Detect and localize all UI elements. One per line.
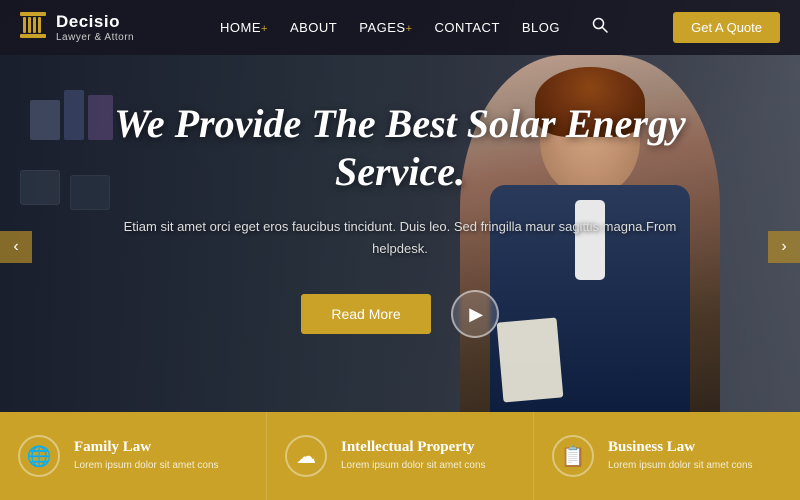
read-more-button[interactable]: Read More	[301, 294, 430, 334]
family-law-icon: 🌐	[18, 435, 60, 477]
service-card-family-law[interactable]: 🌐 Family Law Lorem ipsum dolor sit amet …	[0, 412, 267, 500]
logo-text: Decisio Lawyer & Attorn	[56, 12, 134, 43]
intellectual-property-icon: ☁	[285, 435, 327, 477]
hero-content: We Provide The Best Solar Energy Service…	[100, 100, 700, 338]
get-quote-button[interactable]: Get A Quote	[673, 12, 780, 43]
chevron-left-icon: ‹	[13, 238, 18, 256]
logo-icon	[20, 12, 46, 44]
service-title-intellectual-property: Intellectual Property	[341, 439, 486, 456]
hero-section: We Provide The Best Solar Energy Service…	[0, 0, 800, 440]
service-card-business-law[interactable]: 📋 Business Law Lorem ipsum dolor sit ame…	[534, 412, 800, 500]
next-slide-button[interactable]: ›	[768, 231, 800, 263]
hero-title: We Provide The Best Solar Energy Service…	[100, 100, 700, 196]
navbar: Decisio Lawyer & Attorn HOME+ ABOUT PAGE…	[0, 0, 800, 55]
service-desc-intellectual-property: Lorem ipsum dolor sit amet cons	[341, 459, 486, 473]
logo-title: Decisio	[56, 12, 134, 32]
hero-actions: Read More ▶	[100, 290, 700, 338]
logo-subtitle: Lawyer & Attorn	[56, 32, 134, 43]
service-desc-family-law: Lorem ipsum dolor sit amet cons	[74, 459, 219, 473]
service-card-intellectual-property[interactable]: ☁ Intellectual Property Lorem ipsum dolo…	[267, 412, 534, 500]
service-title-business-law: Business Law	[608, 439, 753, 456]
nav-contact[interactable]: CONTACT	[435, 20, 500, 35]
prev-slide-button[interactable]: ‹	[0, 231, 32, 263]
service-title-family-law: Family Law	[74, 439, 219, 456]
nav-home[interactable]: HOME+	[220, 20, 268, 35]
nav-pages[interactable]: PAGES+	[359, 20, 412, 35]
nav-about[interactable]: ABOUT	[290, 20, 337, 35]
business-law-icon: 📋	[552, 435, 594, 477]
chevron-right-icon: ›	[781, 238, 786, 256]
logo: Decisio Lawyer & Attorn	[20, 12, 160, 44]
nav-links: HOME+ ABOUT PAGES+ CONTACT BLOG	[220, 17, 655, 38]
play-button[interactable]: ▶	[451, 290, 499, 338]
service-cards: 🌐 Family Law Lorem ipsum dolor sit amet …	[0, 412, 800, 500]
search-icon[interactable]	[592, 17, 608, 38]
service-info-family-law: Family Law Lorem ipsum dolor sit amet co…	[74, 439, 219, 473]
service-desc-business-law: Lorem ipsum dolor sit amet cons	[608, 459, 753, 473]
hero-subtitle: Etiam sit amet orci eget eros faucibus t…	[100, 216, 700, 260]
play-icon: ▶	[469, 304, 483, 325]
service-info-business-law: Business Law Lorem ipsum dolor sit amet …	[608, 439, 753, 473]
service-info-intellectual-property: Intellectual Property Lorem ipsum dolor …	[341, 439, 486, 473]
nav-blog[interactable]: BLOG	[522, 20, 560, 35]
